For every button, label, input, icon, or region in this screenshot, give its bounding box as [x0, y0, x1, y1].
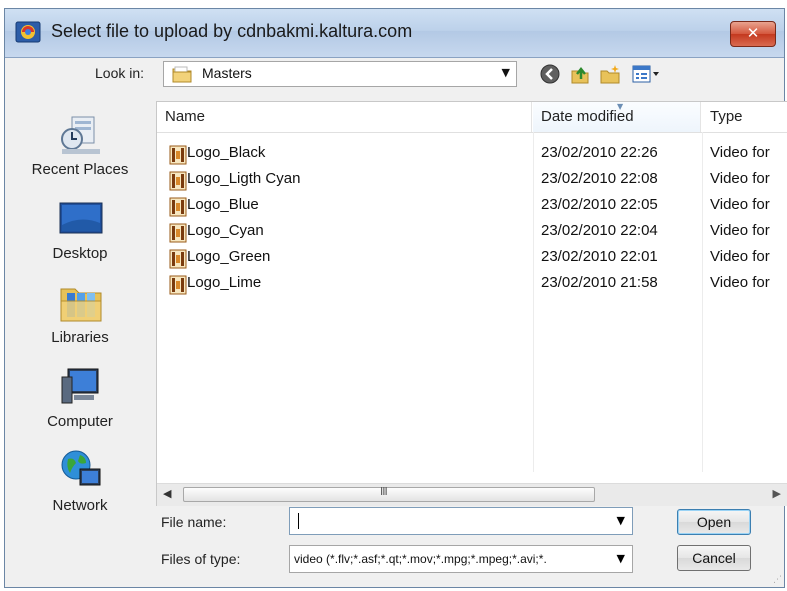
file-date: 23/02/2010 21:58 [541, 274, 658, 291]
up-one-level-icon[interactable] [569, 63, 591, 85]
video-file-icon [169, 223, 187, 243]
recent-places-icon [61, 116, 100, 154]
video-file-icon [169, 197, 187, 217]
list-header: Name Date modified Type ▼ [157, 102, 787, 133]
place-label: Computer [47, 413, 113, 430]
scroll-grip: III [380, 485, 388, 498]
place-label: Desktop [52, 245, 108, 262]
file-type: Video for [710, 274, 770, 291]
title-bar[interactable]: Select file to upload by cdnbakmi.kaltur… [5, 9, 784, 58]
network-icon [61, 450, 101, 486]
file-name-label: File name: [161, 514, 227, 530]
file-date: 23/02/2010 22:04 [541, 222, 658, 239]
video-file-icon [169, 249, 187, 269]
close-button[interactable]: ✕ [730, 21, 776, 47]
files-of-type-label: Files of type: [161, 551, 241, 567]
file-list[interactable]: Name Date modified Type ▼ Logo_Black 23/… [156, 101, 787, 506]
place-label: Recent Places [31, 161, 129, 178]
look-in-label: Look in: [95, 65, 145, 81]
desktop-icon [59, 202, 103, 234]
look-in-dropdown[interactable]: Masters ▼ [163, 61, 517, 87]
scroll-left-icon[interactable]: ◀ [163, 487, 171, 500]
libraries-icon [60, 288, 102, 322]
video-file-icon [169, 275, 187, 295]
open-button[interactable]: Open [677, 509, 751, 535]
sort-indicator-icon: ▼ [617, 102, 624, 111]
file-date: 23/02/2010 22:01 [541, 248, 658, 265]
file-date: 23/02/2010 22:08 [541, 170, 658, 187]
file-row[interactable]: Logo_Black 23/02/2010 22:26 Video for [157, 142, 787, 168]
file-row[interactable]: Logo_Blue 23/02/2010 22:05 Video for [157, 194, 787, 220]
look-in-value: Masters [202, 65, 252, 81]
file-type: Video for [710, 170, 770, 187]
chevron-down-icon: ▼ [616, 552, 625, 565]
browser-icon [15, 21, 41, 43]
file-name: Logo_Lime [187, 274, 262, 291]
file-name: Logo_Ligth Cyan [187, 170, 301, 187]
file-date: 23/02/2010 22:05 [541, 196, 658, 213]
file-date: 23/02/2010 22:26 [541, 144, 658, 161]
folder-icon [172, 66, 192, 83]
file-name: Logo_Green [187, 248, 271, 265]
file-row[interactable]: Logo_Ligth Cyan 23/02/2010 22:08 Video f… [157, 168, 787, 194]
scroll-thumb[interactable]: III [183, 485, 595, 502]
file-name: Logo_Black [187, 144, 266, 161]
files-of-type-value: video (*.flv;*.asf;*.qt;*.mov;*.mpg;*.mp… [294, 552, 547, 566]
text-caret [298, 513, 299, 529]
file-row[interactable]: Logo_Cyan 23/02/2010 22:04 Video for [157, 220, 787, 246]
new-folder-icon[interactable] [599, 63, 621, 85]
scroll-right-icon[interactable]: ▶ [773, 487, 781, 500]
video-file-icon [169, 145, 187, 165]
file-dialog: Select file to upload by cdnbakmi.kaltur… [4, 8, 787, 588]
file-type: Video for [710, 144, 770, 161]
chevron-down-icon[interactable]: ▼ [617, 514, 625, 527]
place-label: Libraries [51, 329, 109, 346]
computer-icon [61, 368, 99, 404]
back-icon[interactable] [539, 63, 561, 85]
file-row[interactable]: Logo_Lime 23/02/2010 21:58 Video for [157, 272, 787, 298]
files-of-type-dropdown[interactable]: video (*.flv;*.asf;*.qt;*.mov;*.mpg;*.mp… [289, 545, 633, 573]
window-title: Select file to upload by cdnbakmi.kaltur… [51, 21, 413, 41]
file-name-input[interactable]: ▼ [289, 507, 633, 535]
chevron-down-icon: ▼ [501, 66, 510, 79]
file-name: Logo_Cyan [187, 222, 264, 239]
places-bar: Recent Places Desktop Libraries Computer… [5, 93, 155, 514]
place-label: Network [52, 497, 108, 514]
resize-grip-icon[interactable]: ⋰ [773, 575, 782, 585]
video-file-icon [169, 171, 187, 191]
file-type: Video for [710, 196, 770, 213]
file-name: Logo_Blue [187, 196, 259, 213]
column-header-name[interactable]: Name [157, 102, 532, 132]
cancel-button[interactable]: Cancel [677, 545, 751, 571]
view-menu-icon[interactable] [631, 63, 661, 85]
file-row[interactable]: Logo_Green 23/02/2010 22:01 Video for [157, 246, 787, 272]
file-type: Video for [710, 248, 770, 265]
file-type: Video for [710, 222, 770, 239]
column-header-type[interactable]: Type [702, 102, 787, 132]
horizontal-scrollbar[interactable]: ◀ III ▶ [157, 483, 787, 506]
